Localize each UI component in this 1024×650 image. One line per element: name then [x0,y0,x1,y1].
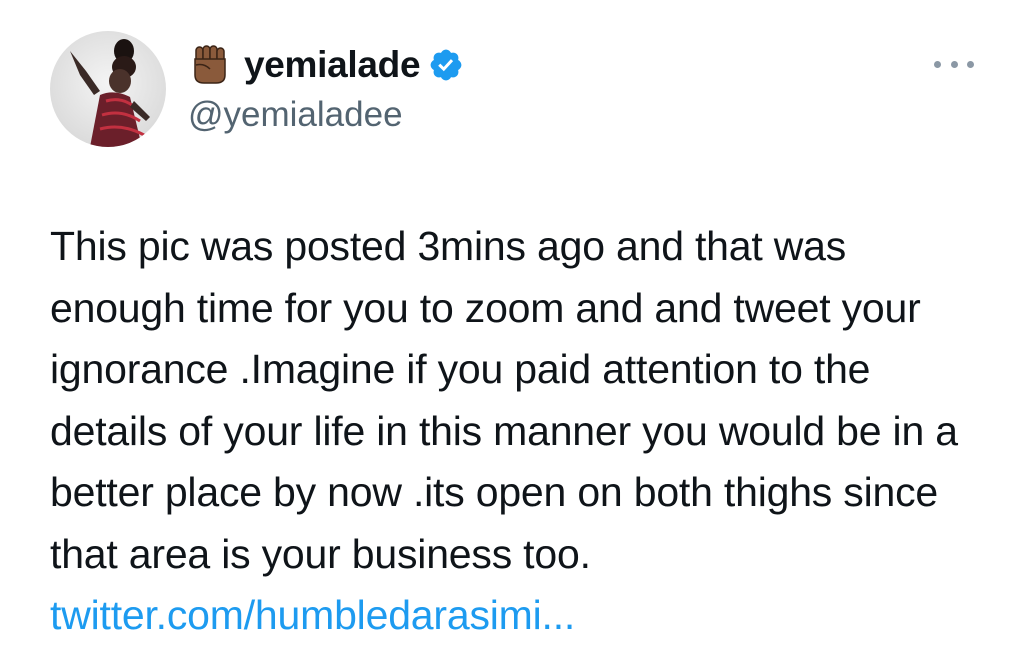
avatar[interactable] [50,31,166,147]
dot [934,60,941,68]
raised-fist-icon [188,43,232,87]
tweet-link[interactable]: twitter.com/humbledarasimi... [50,592,575,638]
dot [950,60,958,68]
verified-badge-icon [428,47,464,83]
dot [967,60,974,68]
tweet: yemialade @yemialadee This pic was poste… [0,0,1024,650]
author-handle[interactable]: @yemialadee [188,95,403,135]
author-name-row: yemialade [188,40,464,90]
tweet-text: This pic was posted 3mins ago and that w… [50,223,958,577]
author-display-name[interactable]: yemialade [244,44,421,86]
more-options-icon[interactable] [934,54,974,74]
tweet-body: This pic was posted 3mins ago and that w… [50,216,990,647]
